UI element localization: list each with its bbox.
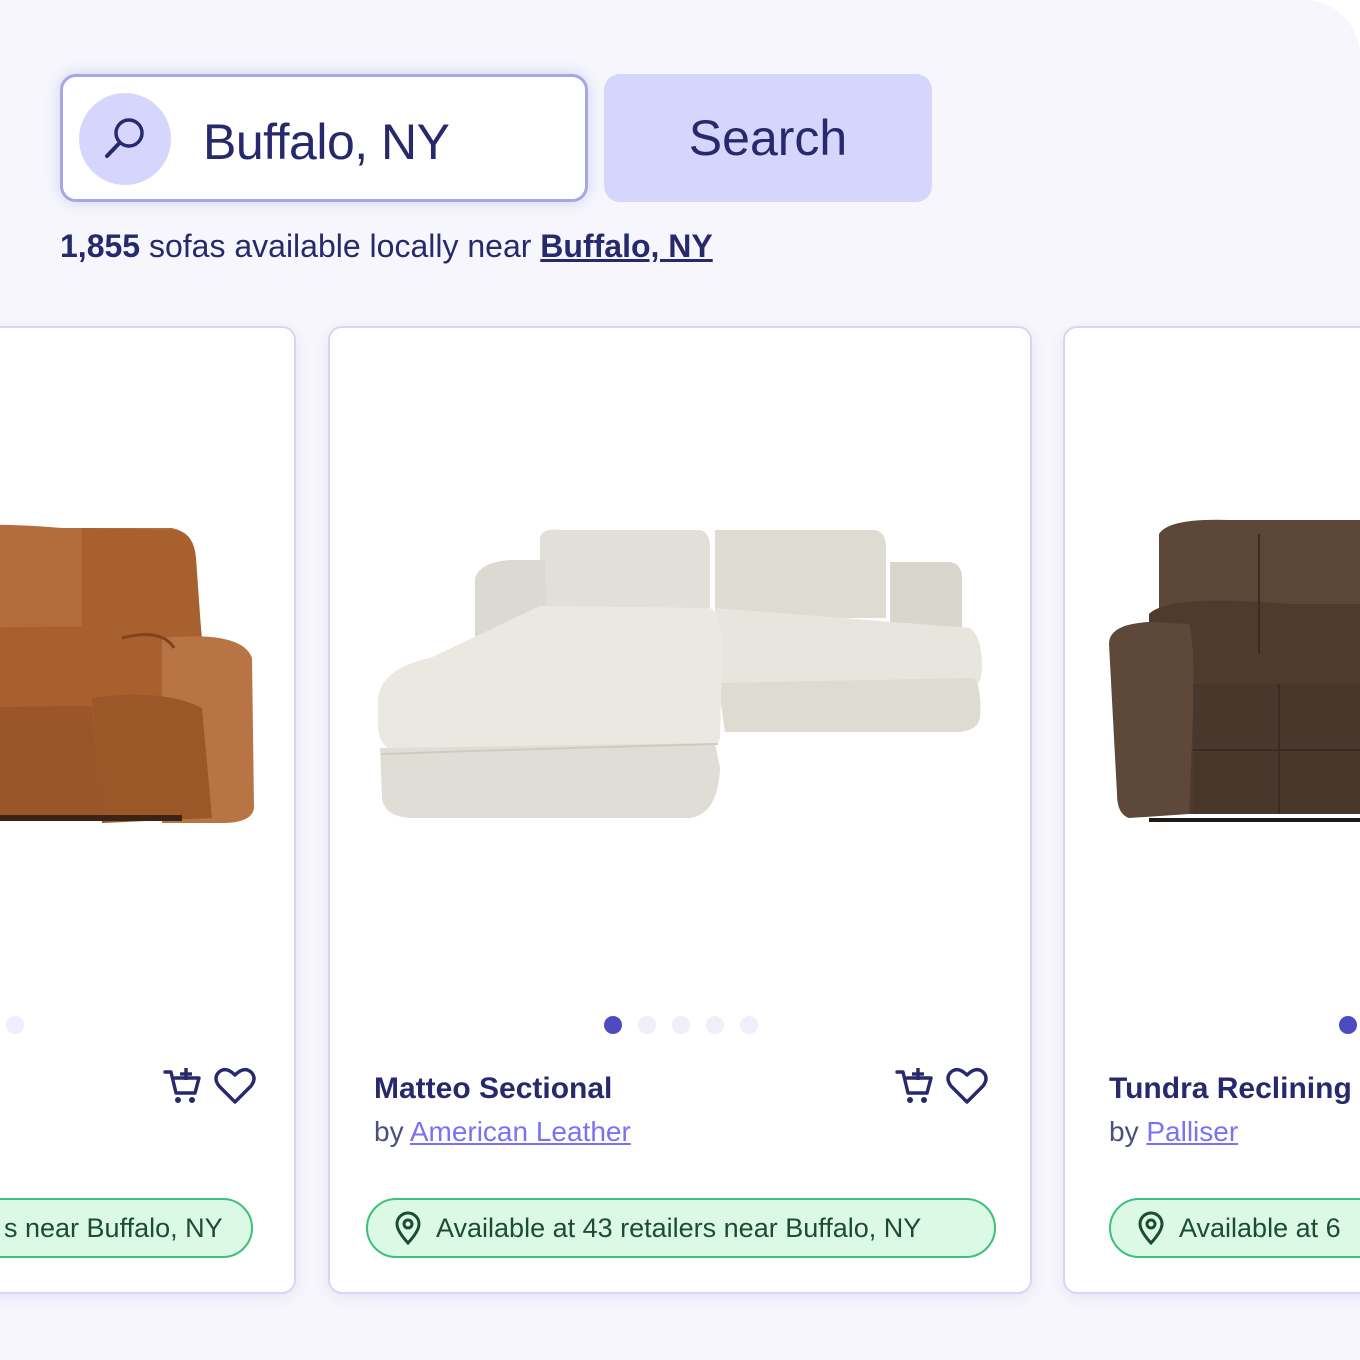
heart-icon[interactable]	[214, 1066, 256, 1106]
add-to-cart-icon[interactable]	[162, 1066, 202, 1106]
location-pin-icon	[395, 1211, 421, 1245]
search-icon	[79, 93, 171, 185]
availability-badge[interactable]: Available at 43 retailers near Buffalo, …	[366, 1198, 996, 1258]
product-name[interactable]: Matteo Sectional	[374, 1072, 612, 1106]
results-location-link[interactable]: Buffalo, NY	[540, 228, 712, 264]
availability-text: Available at 43 retailers near Buffalo, …	[436, 1212, 922, 1243]
carousel-dot[interactable]	[6, 1016, 24, 1034]
add-to-cart-icon[interactable]	[894, 1066, 934, 1106]
results-text: sofas available locally near	[148, 228, 532, 264]
carousel-dot[interactable]	[706, 1016, 724, 1034]
location-pin-icon	[1138, 1211, 1164, 1245]
product-byline: by American Leather	[374, 1116, 631, 1148]
heart-icon[interactable]	[946, 1066, 988, 1106]
product-card[interactable]: Matteo Sectional by American Leather Ava…	[328, 326, 1032, 1294]
search-button[interactable]: Search	[604, 74, 932, 202]
search-input[interactable]: Buffalo, NY	[203, 113, 450, 171]
availability-badge[interactable]: s near Buffalo, NY	[0, 1198, 253, 1258]
carousel-dot[interactable]	[604, 1016, 622, 1034]
product-image[interactable]	[370, 518, 990, 838]
results-summary: 1,855 sofas available locally near Buffa…	[60, 228, 713, 265]
product-card[interactable]: s near Buffalo, NY	[0, 326, 296, 1294]
availability-text: Available at 6	[1179, 1212, 1341, 1243]
availability-badge[interactable]: Available at 6	[1109, 1198, 1360, 1258]
location-search-field[interactable]: Buffalo, NY	[60, 74, 588, 202]
product-image[interactable]	[1109, 514, 1360, 834]
brand-link[interactable]: American Leather	[410, 1116, 631, 1147]
product-byline: by Palliser	[1109, 1116, 1238, 1148]
by-label: by	[374, 1116, 404, 1147]
availability-text: s near Buffalo, NY	[4, 1212, 223, 1243]
carousel-dot[interactable]	[638, 1016, 656, 1034]
product-name[interactable]: Tundra Reclining	[1109, 1072, 1352, 1106]
product-card[interactable]: Tundra Reclining by Palliser Available a…	[1063, 326, 1360, 1294]
page-frame: Buffalo, NY Search 1,855 sofas available…	[0, 0, 1360, 1360]
carousel-dot[interactable]	[672, 1016, 690, 1034]
product-image[interactable]	[0, 518, 296, 838]
image-carousel-dots[interactable]	[1339, 1016, 1357, 1034]
carousel-dot[interactable]	[1339, 1016, 1357, 1034]
carousel-dot[interactable]	[740, 1016, 758, 1034]
by-label: by	[1109, 1116, 1139, 1147]
image-carousel-dots[interactable]	[604, 1016, 758, 1034]
brand-link[interactable]: Palliser	[1146, 1116, 1238, 1147]
results-count: 1,855	[60, 228, 141, 264]
image-carousel-dots[interactable]	[6, 1016, 24, 1034]
